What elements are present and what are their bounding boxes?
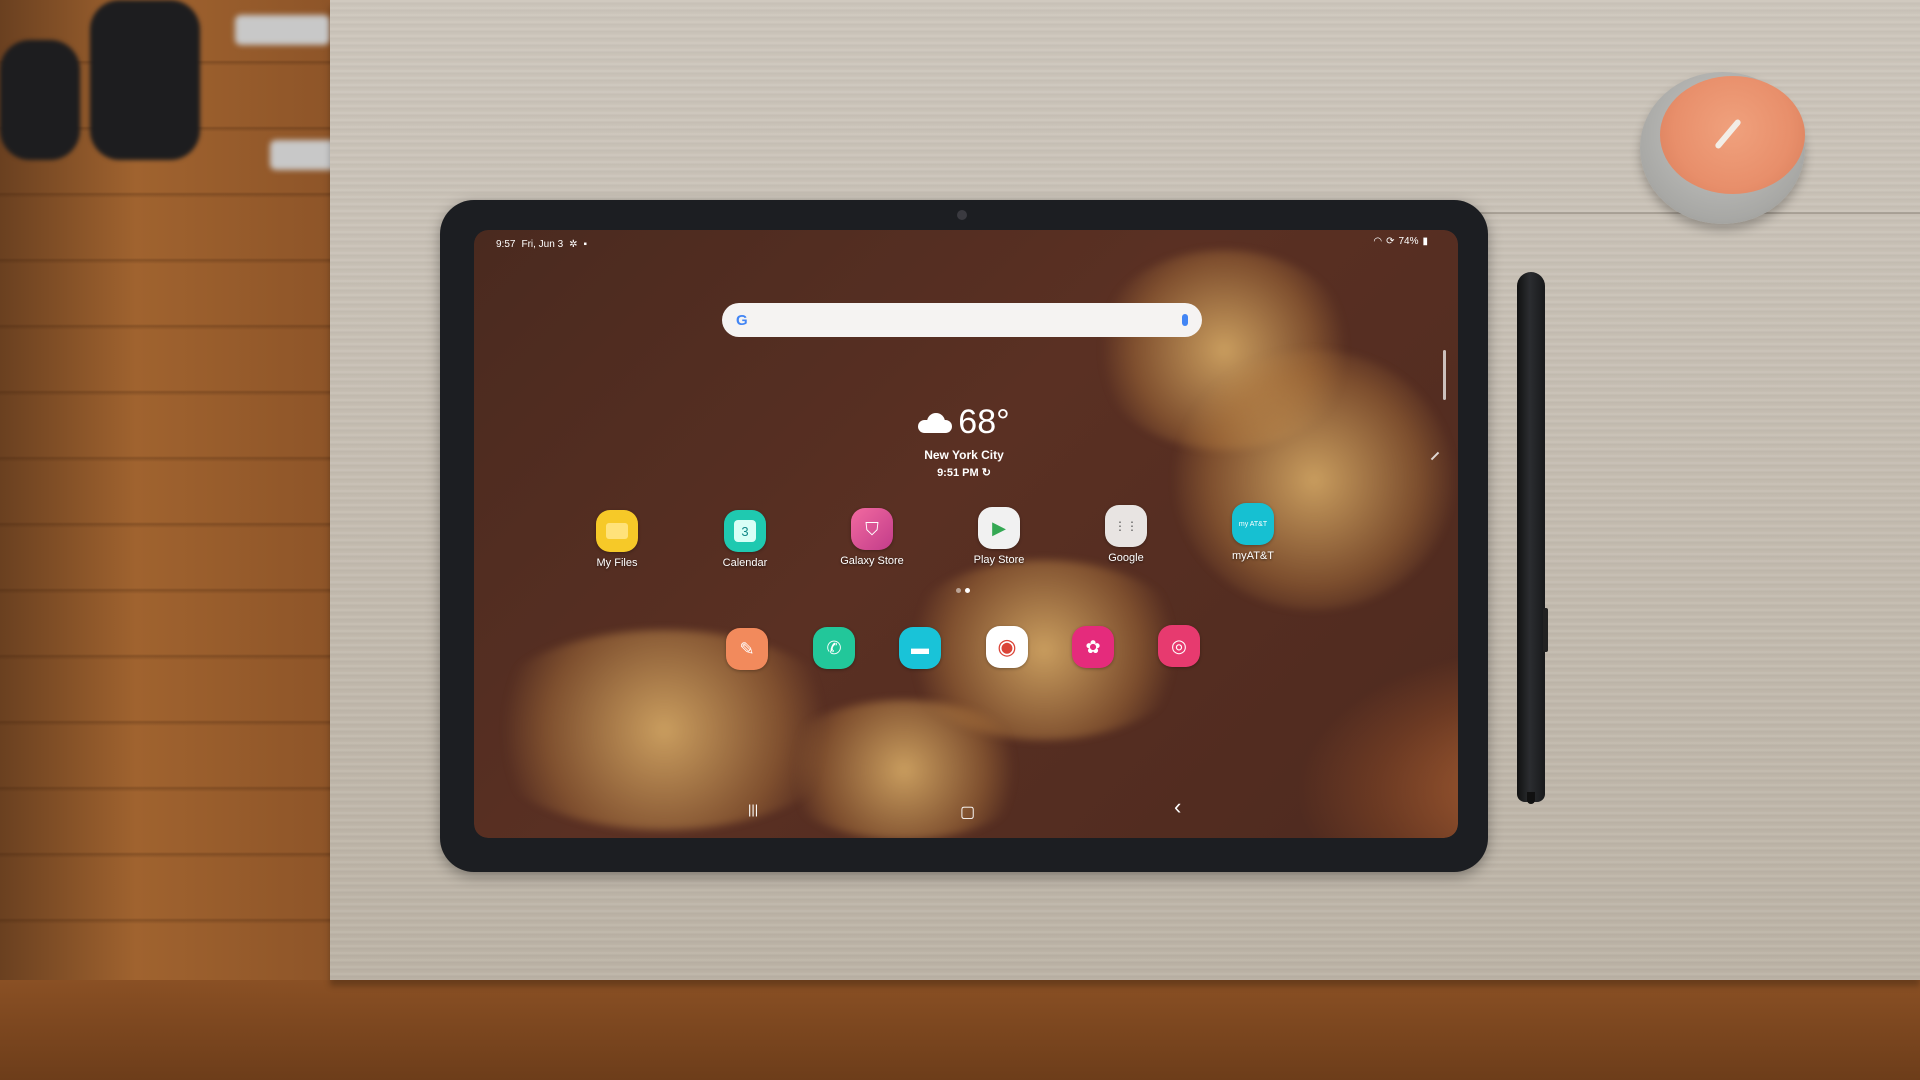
mic-icon[interactable]: [1182, 314, 1188, 326]
google-search-bar[interactable]: G: [722, 303, 1202, 337]
cloud-icon: [918, 412, 953, 433]
notification-icon: ▪: [583, 239, 588, 250]
phone-icon: ✆: [826, 637, 842, 658]
dumbbell: [0, 40, 80, 160]
weather-city: New York City: [924, 448, 1004, 462]
play-store-glyph: ▶: [992, 517, 1006, 538]
edge-panel-handle[interactable]: [1443, 350, 1446, 400]
status-bar-left: 9:57 Fri, Jun 3 ✲ ▪: [496, 239, 587, 250]
google-folder-icon: ⋮⋮: [1105, 505, 1147, 547]
app-calendar[interactable]: 3 Calendar: [700, 510, 790, 569]
status-bar-right: ◠ ⟳ 74% ▮: [1373, 236, 1428, 247]
myatt-glyph: my AT&T: [1238, 520, 1268, 528]
gallery-icon: ✿: [1085, 636, 1101, 657]
back-button[interactable]: ‹: [1174, 794, 1181, 820]
dock-camera[interactable]: ◎: [1158, 625, 1200, 667]
date: Fri, Jun 3: [521, 239, 564, 250]
google-logo-icon: G: [736, 311, 748, 329]
page-dot-active[interactable]: [965, 588, 970, 593]
s-pen-button: [1543, 608, 1548, 652]
home-button[interactable]: ▢: [960, 802, 975, 822]
s-pen-tip: [1527, 792, 1535, 804]
page-indicator: [956, 588, 970, 593]
app-play-store[interactable]: ▶ Play Store: [954, 507, 1044, 566]
s-pen: [1517, 272, 1545, 802]
dock-messages[interactable]: ▬: [899, 627, 941, 669]
battery-percentage: 74%: [1398, 236, 1419, 247]
app-label: My Files: [596, 557, 638, 569]
settings-icon: ✲: [569, 239, 578, 250]
wallpaper-sand: [774, 700, 1034, 838]
dumbbell: [90, 0, 200, 160]
recents-button[interactable]: |||: [748, 802, 758, 817]
app-galaxy-store[interactable]: ⛉ Galaxy Store: [827, 508, 917, 567]
app-myatt[interactable]: my AT&T myAT&T: [1208, 503, 1298, 562]
home-screen: 9:57 Fri, Jun 3 ✲ ▪ ◠ ⟳ 74% ▮ G 68° New …: [474, 230, 1458, 838]
app-label: Galaxy Store: [840, 555, 904, 567]
messages-icon: ▬: [911, 637, 929, 658]
app-label: Play Store: [973, 554, 1025, 566]
clock: 9:57: [496, 239, 516, 250]
weather-updated-time: 9:51 PM: [937, 467, 979, 479]
samsung-notes-icon: ✎: [739, 638, 755, 659]
dumbbell-bar: [235, 15, 330, 45]
app-google-folder[interactable]: ⋮⋮ Google: [1081, 505, 1171, 564]
app-label: Calendar: [722, 557, 768, 569]
background-floor-bottom: [0, 980, 1920, 1080]
weather-widget[interactable]: 68° New York City 9:51 PM ↻: [804, 403, 1124, 479]
app-my-files[interactable]: My Files: [572, 510, 662, 569]
galaxy-store-icon: ⛉: [851, 508, 893, 550]
myatt-icon: my AT&T: [1232, 503, 1274, 545]
refresh-icon[interactable]: ↻: [982, 467, 991, 479]
google-folder-glyph: ⋮⋮: [1114, 519, 1138, 533]
calendar-day: 3: [734, 520, 756, 542]
calendar-icon: 3: [724, 510, 766, 552]
dock-phone[interactable]: ✆: [813, 627, 855, 669]
front-camera: [957, 210, 967, 220]
wifi-icon: ◠: [1373, 236, 1383, 247]
wallpaper-sand: [1174, 350, 1454, 610]
camera-icon: ◎: [1171, 635, 1187, 656]
galaxy-store-glyph: ⛉: [865, 518, 879, 539]
page-dot[interactable]: [956, 588, 961, 593]
chrome-icon: ◉: [997, 634, 1017, 659]
play-store-icon: ▶: [978, 507, 1020, 549]
sync-icon: ⟳: [1386, 236, 1395, 247]
candle-wax: [1660, 76, 1805, 194]
dock-samsung-notes[interactable]: ✎: [726, 628, 768, 670]
dock-gallery[interactable]: ✿: [1072, 626, 1114, 668]
dock-chrome[interactable]: ◉: [986, 626, 1028, 668]
battery-icon: ▮: [1422, 236, 1428, 247]
temperature: 68°: [958, 403, 1010, 441]
app-label: Google: [1108, 552, 1144, 564]
folder-icon: [596, 510, 638, 552]
app-label: myAT&T: [1232, 550, 1274, 562]
